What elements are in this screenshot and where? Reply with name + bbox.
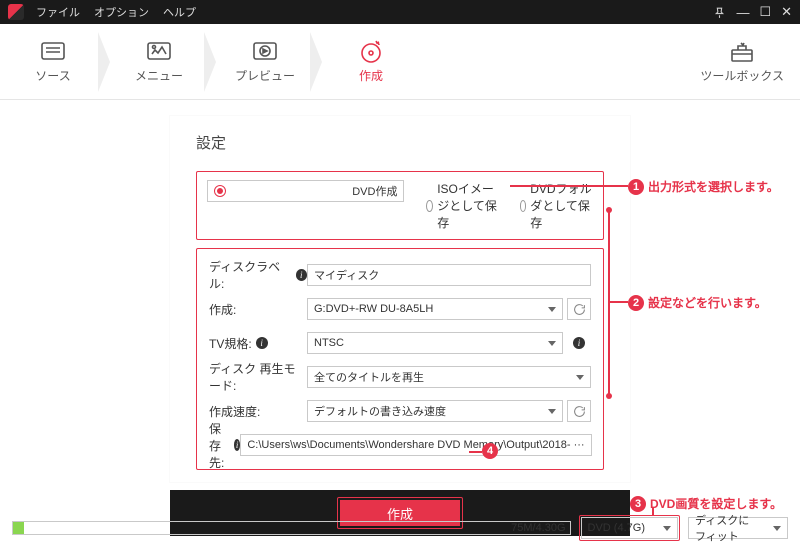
toolbox-button[interactable]: ツールボックス — [700, 40, 784, 84]
saveto-path[interactable]: C:\Users\ws\Documents\Wondershare DVD Me… — [240, 434, 591, 456]
disc-burn-icon — [356, 39, 386, 63]
callout-line — [608, 301, 628, 303]
select-value: デフォルトの書き込み速度 — [314, 403, 446, 419]
callout-line — [510, 185, 628, 187]
step-preview[interactable]: プレビュー — [228, 32, 302, 92]
chevron-down-icon — [576, 375, 584, 380]
create-lbl: 作成: — [209, 301, 307, 318]
select-value: G:DVD+-RW DU-8A5LH — [314, 303, 433, 315]
step-label: プレビュー — [235, 67, 295, 84]
capacity-fill — [13, 522, 24, 534]
callout-1: 1出力形式を選択します。 — [628, 178, 779, 195]
step-label: メニュー — [135, 67, 183, 84]
step-label: 作成 — [359, 67, 383, 84]
maximize-icon[interactable]: ☐ — [759, 4, 771, 20]
callout-line — [652, 508, 654, 516]
step-menu[interactable]: メニュー — [122, 32, 196, 92]
settings-panel: 設定 DVD作成 ISOイメージとして保存 DVDフォルダとして保存 ディスクラ… — [170, 116, 630, 482]
capacity-text: 75M/4.30G — [511, 522, 565, 534]
arrow-icon — [98, 32, 110, 92]
menu-help[interactable]: ヘルプ — [163, 4, 196, 20]
source-icon — [38, 39, 68, 63]
callout-dot — [606, 393, 612, 399]
disc-label-lbl: ディスクラベル:i — [209, 258, 307, 292]
bottom-bar: 75M/4.30G DVD (4.7G) ディスクにフィット — [0, 515, 800, 541]
dvd-size-select[interactable]: DVD (4.7G) — [581, 517, 678, 539]
select-value: C:\Users\ws\Documents\Wondershare DVD Me… — [247, 439, 584, 451]
callout-line — [608, 210, 610, 396]
app-logo-icon — [8, 4, 24, 20]
callout-line — [469, 451, 482, 453]
chevron-down-icon — [548, 307, 556, 312]
toolbox-label: ツールボックス — [700, 67, 784, 84]
step-nav: ソース メニュー プレビュー 作成 ツールボックス — [0, 24, 800, 100]
disc-label-input[interactable] — [307, 264, 591, 286]
tv-lbl: TV規格:i — [209, 335, 307, 352]
preview-icon — [250, 39, 280, 63]
info-icon[interactable]: i — [256, 337, 268, 349]
close-icon[interactable]: ✕ — [781, 4, 792, 20]
playmode-lbl: ディスク 再生モード: — [209, 360, 307, 394]
refresh-button[interactable] — [567, 298, 591, 320]
select-value: NTSC — [314, 337, 344, 349]
chevron-down-icon — [548, 341, 556, 346]
select-value: ディスクにフィット — [695, 512, 755, 544]
radio-iso[interactable]: ISOイメージとして保存 — [426, 180, 497, 231]
menu-file[interactable]: ファイル — [36, 4, 80, 20]
callout-2: 2設定などを行います。 — [628, 294, 767, 311]
radio-label: DVD作成 — [352, 183, 397, 199]
pin-icon[interactable] — [713, 6, 726, 19]
settings-fields: ディスクラベル:i 作成: G:DVD+-RW DU-8A5LH TV規格:i … — [196, 248, 604, 470]
arrow-icon — [310, 32, 322, 92]
playmode-select[interactable]: 全てのタイトルを再生 — [307, 366, 591, 388]
refresh-button[interactable] — [567, 400, 591, 422]
radio-folder[interactable]: DVDフォルダとして保存 — [520, 180, 593, 231]
title-bar: ファイル オプション ヘルプ — ☐ ✕ — [0, 0, 800, 24]
toolbox-icon — [727, 40, 757, 67]
capacity-bar: 75M/4.30G — [12, 521, 571, 535]
radio-dvd[interactable]: DVD作成 — [207, 180, 404, 202]
speed-select[interactable]: デフォルトの書き込み速度 — [307, 400, 563, 422]
callout-4: 4 — [482, 443, 498, 459]
fit-select[interactable]: ディスクにフィット — [688, 517, 788, 539]
speed-lbl: 作成速度: — [209, 403, 307, 420]
select-value: 全てのタイトルを再生 — [314, 369, 424, 385]
output-format-row: DVD作成 ISOイメージとして保存 DVDフォルダとして保存 — [196, 171, 604, 240]
chevron-down-icon — [548, 409, 556, 414]
select-value: DVD (4.7G) — [588, 522, 645, 534]
saveto-lbl: 保存先:i — [209, 420, 240, 471]
info-icon[interactable]: i — [573, 337, 585, 349]
arrow-icon — [204, 32, 216, 92]
minimize-icon[interactable]: — — [736, 5, 749, 20]
info-icon[interactable]: i — [296, 269, 307, 281]
radio-label: ISOイメージとして保存 — [437, 180, 497, 231]
panel-title: 設定 — [196, 132, 604, 153]
step-create[interactable]: 作成 — [334, 32, 408, 92]
radio-label: DVDフォルダとして保存 — [530, 180, 593, 231]
step-source[interactable]: ソース — [16, 32, 90, 92]
chevron-down-icon — [663, 526, 671, 531]
menu-icon — [144, 39, 174, 63]
burner-select[interactable]: G:DVD+-RW DU-8A5LH — [307, 298, 563, 320]
step-label: ソース — [35, 67, 70, 84]
tv-standard-select[interactable]: NTSC — [307, 332, 563, 354]
chevron-down-icon — [773, 526, 781, 531]
menu-options[interactable]: オプション — [94, 4, 149, 20]
content-area: 設定 DVD作成 ISOイメージとして保存 DVDフォルダとして保存 ディスクラ… — [0, 100, 800, 536]
callout-dot — [606, 207, 612, 213]
